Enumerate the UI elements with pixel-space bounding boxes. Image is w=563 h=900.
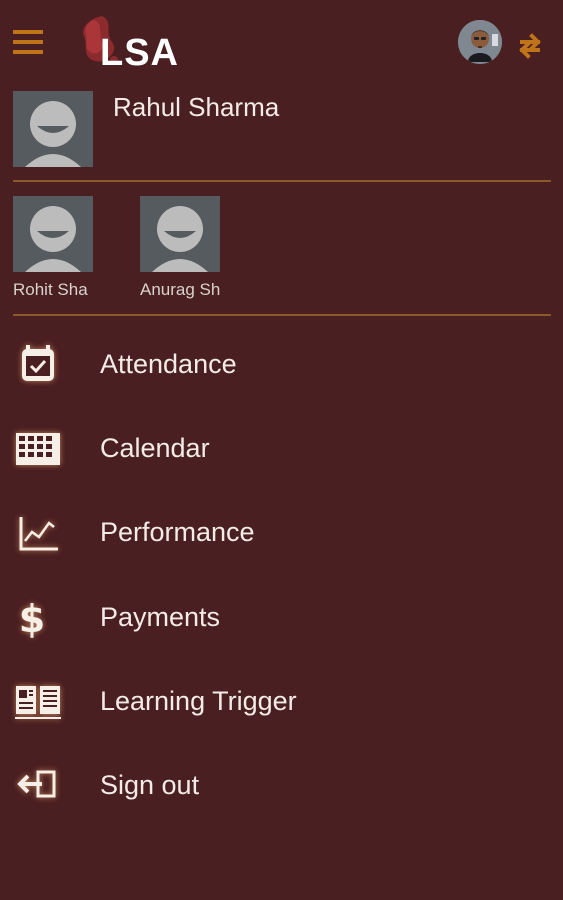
calendar-check-icon [22, 345, 54, 381]
dollar-icon: $ [19, 597, 45, 641]
profile-name[interactable]: Rahul Sharma [113, 92, 279, 123]
child-avatar [13, 196, 93, 272]
swap-arrows-icon[interactable] [514, 30, 546, 60]
default-user-avatar-icon [13, 196, 93, 272]
sign-out-icon [17, 770, 56, 798]
app-logo: LSA [68, 14, 198, 74]
hamburger-icon[interactable] [13, 30, 43, 54]
menu-item-payments[interactable]: $ Payments [0, 582, 563, 660]
child-name: Rohit Sha [13, 280, 88, 299]
menu-label: Calendar [100, 433, 210, 463]
svg-text:$: $ [19, 597, 45, 641]
line-chart-icon [19, 517, 58, 551]
user-photo-avatar[interactable] [458, 20, 502, 64]
divider [13, 314, 551, 316]
menu-label: Sign out [100, 770, 200, 800]
profile-avatar[interactable] [13, 91, 93, 167]
default-user-avatar-icon [140, 196, 220, 272]
calendar-grid-icon [16, 433, 60, 465]
child-name: Anurag Sh [140, 280, 221, 299]
user-photo-icon [458, 20, 502, 64]
book-icon [15, 686, 61, 719]
menu-item-performance[interactable]: Performance [0, 497, 563, 575]
menu-item-sign-out[interactable]: Sign out [0, 750, 563, 828]
top-bar: LSA [0, 0, 563, 86]
logo-text: LSA [100, 32, 179, 74]
menu-item-learning-trigger[interactable]: Learning Trigger [0, 666, 563, 744]
menu-label: Payments [100, 602, 221, 632]
menu-label: Learning Trigger [100, 686, 297, 716]
default-user-avatar-icon [13, 91, 93, 167]
menu-item-calendar[interactable]: Calendar [0, 413, 563, 491]
menu-label: Performance [100, 517, 255, 547]
menu-label: Attendance [100, 349, 237, 379]
child-card[interactable]: Anurag Sh [140, 196, 240, 300]
divider [13, 180, 551, 182]
menu-item-attendance[interactable]: Attendance [0, 329, 563, 407]
child-avatar [140, 196, 220, 272]
child-card[interactable]: Rohit Sha [13, 196, 113, 300]
